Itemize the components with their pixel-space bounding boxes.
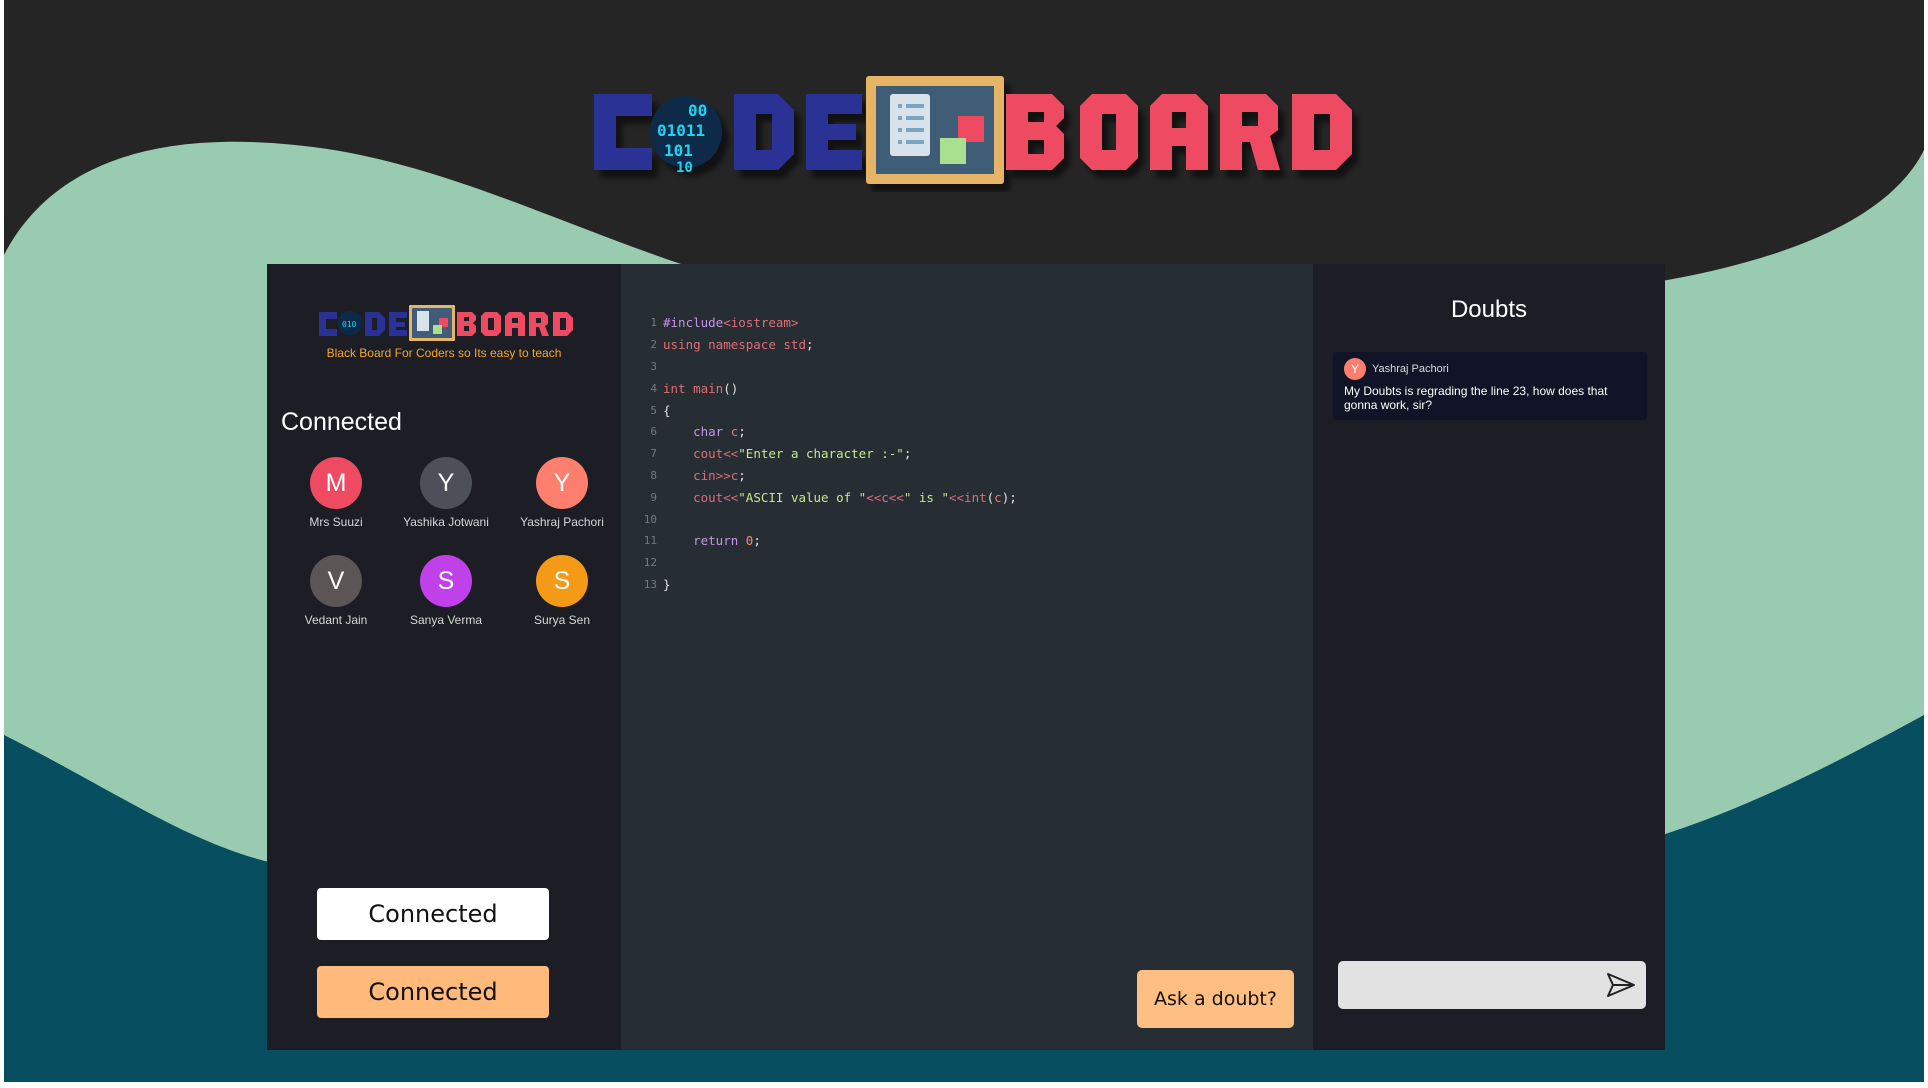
doubt-input-bar	[1338, 961, 1646, 1009]
avatar: M	[310, 457, 362, 509]
doubt-header: Y Yashraj Pachori	[1344, 358, 1636, 380]
line-number: 4	[650, 381, 657, 395]
code-line: 10	[639, 508, 1017, 530]
code-line: 12	[639, 552, 1017, 574]
tagline: Black Board For Coders so Its easy to te…	[326, 346, 562, 360]
line-number: 13	[643, 577, 657, 591]
user-card[interactable]: Y Yashika Jotwani	[391, 457, 501, 529]
connected-status-button[interactable]: Connected	[317, 966, 549, 1018]
code-content[interactable]: 1 #include<iostream> 2 using namespace std…	[639, 312, 1017, 595]
code-line: 8 cin>>c;	[639, 465, 1017, 487]
avatar: S	[420, 555, 472, 607]
line-number: 5	[650, 403, 657, 417]
svg-text:010: 010	[342, 320, 357, 329]
doubt-text: My Doubts is regrading the line 23, how …	[1344, 384, 1608, 412]
line-number: 1	[650, 316, 657, 330]
send-button[interactable]	[1606, 971, 1636, 999]
logo-letter-a	[1150, 94, 1208, 170]
page-background: 00 01011 101 10 010 Black Board For Code…	[4, 0, 1924, 1082]
avatar: Y	[420, 457, 472, 509]
code-line: 11 return 0;	[639, 530, 1017, 552]
code-line: 4 int main()	[639, 377, 1017, 399]
code-line: 1 #include<iostream>	[639, 312, 1017, 334]
user-name: Yashraj Pachori	[520, 515, 604, 529]
code-line: 2 using namespace std;	[639, 334, 1017, 356]
line-number: 2	[650, 338, 657, 352]
line-number: 10	[643, 512, 657, 526]
logo-binary-line-4: 10	[676, 160, 693, 176]
avatar: Y	[536, 457, 588, 509]
doubts-title: Doubts	[1450, 296, 1528, 323]
user-card[interactable]: V Vedant Jain	[281, 555, 391, 627]
code-editor[interactable]: 1 #include<iostream> 2 using namespace std…	[621, 264, 1313, 1050]
user-name: Vedant Jain	[304, 613, 368, 627]
avatar: S	[536, 555, 588, 607]
avatar: V	[310, 555, 362, 607]
logo-binary-line-3: 101	[664, 141, 693, 160]
code-line: 7 cout<<"Enter a character :-";	[639, 443, 1017, 465]
logo-binary-line-2: 01011	[657, 121, 705, 140]
user-card[interactable]: M Mrs Suuzi	[281, 457, 391, 529]
logo-letter-e	[806, 94, 862, 170]
user-name: Surya Sen	[533, 613, 591, 627]
line-number: 8	[650, 468, 657, 482]
line-number: 9	[650, 490, 657, 504]
doubt-input[interactable]	[1338, 961, 1588, 1009]
sidebar: 010 Black Board For Coders so Its easy t…	[267, 264, 621, 1050]
logo-letter-c	[594, 94, 652, 170]
logo-letter-o	[1080, 94, 1138, 170]
line-number: 6	[650, 425, 657, 439]
line-number: 11	[643, 534, 657, 548]
logo-letter-d	[734, 94, 794, 170]
user-name: Sanya Verma	[409, 613, 483, 627]
doubt-message[interactable]: Y Yashraj Pachori My Doubts is regrading…	[1333, 352, 1647, 420]
sidebar-logo: 010	[319, 305, 573, 341]
doubt-author: Yashraj Pachori	[1372, 363, 1449, 375]
user-card[interactable]: S Sanya Verma	[391, 555, 501, 627]
line-number: 7	[650, 447, 657, 461]
user-name: Mrs Suuzi	[309, 515, 363, 529]
line-number: 12	[643, 556, 657, 570]
ask-doubt-button[interactable]: Ask a doubt?	[1137, 970, 1294, 1028]
logo-letter-d2	[1292, 94, 1352, 170]
avatar: Y	[1344, 358, 1366, 380]
connected-heading: Connected	[281, 408, 402, 436]
codeboard-logo: 00 01011 101 10	[594, 76, 1352, 184]
user-card[interactable]: S Surya Sen	[501, 555, 623, 627]
user-card[interactable]: Y Yashraj Pachori	[501, 457, 623, 529]
send-icon	[1607, 973, 1635, 997]
user-name: Yashika Jotwani	[403, 515, 489, 529]
doubts-panel: Doubts Y Yashraj Pachori My Doubts is re…	[1313, 264, 1665, 1050]
code-line: 3	[639, 356, 1017, 378]
connected-button[interactable]: Connected	[317, 888, 549, 940]
code-line: 9 cout<<"ASCII value of "<<c<<" is "<<in…	[639, 486, 1016, 508]
connected-users-list: M Mrs Suuzi Y Yashika Jotwani Y Yashraj …	[281, 457, 611, 627]
code-line: 5{	[639, 399, 1017, 421]
logo-binary-line-1: 00	[688, 101, 707, 120]
app-window: 010 Black Board For Coders so Its easy t…	[267, 264, 1665, 1050]
logo-letter-b	[1006, 94, 1064, 170]
logo-letter-r	[1220, 94, 1280, 170]
code-line: 13}	[639, 574, 1017, 596]
code-line: 6 char c;	[639, 421, 1017, 443]
line-number: 3	[650, 359, 657, 373]
